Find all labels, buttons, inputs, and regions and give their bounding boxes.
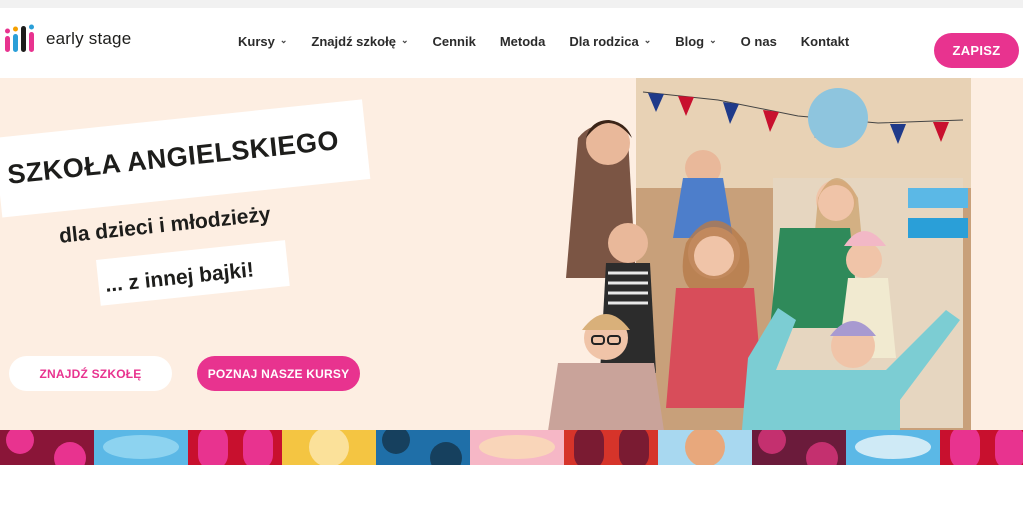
nav-item-o-nas[interactable]: O nas bbox=[741, 34, 777, 49]
pattern-tile bbox=[188, 430, 282, 465]
nav-item-label: Znajdź szkołę bbox=[311, 34, 396, 49]
nav-item-label: Metoda bbox=[499, 34, 546, 49]
browser-top-strip bbox=[0, 0, 1023, 8]
chevron-down-icon: ⌄ bbox=[279, 35, 288, 45]
main-menu: Kursy ⌄ Znajdź szkołę ⌄ Cennik Metoda Dla rodz… bbox=[238, 34, 873, 49]
nav-item-kontakt[interactable]: Kontakt bbox=[801, 34, 849, 49]
find-school-button[interactable]: ZNAJDŹ SZKOŁĘ bbox=[9, 356, 172, 391]
pattern-tile bbox=[470, 430, 564, 465]
pattern-tile bbox=[752, 430, 846, 465]
nav-item-znajdź-szkołę[interactable]: Znajdź szkołę ⌄ bbox=[311, 34, 408, 49]
pattern-tile bbox=[0, 430, 94, 465]
hero-section: SZKOŁA ANGIELSKIEGO dla dzieci i młodzie… bbox=[0, 78, 1023, 431]
chevron-down-icon: ⌄ bbox=[643, 35, 652, 45]
decorative-pattern-strip bbox=[0, 430, 1023, 465]
site-header: early stage Kursy ⌄ Znajdź szkołę ⌄ Cennik Me… bbox=[0, 8, 1023, 78]
nav-item-cennik[interactable]: Cennik bbox=[432, 34, 475, 49]
explore-courses-button[interactable]: POZNAJ NASZE KURSY bbox=[197, 356, 360, 391]
chevron-down-icon: ⌄ bbox=[400, 35, 409, 45]
hero-subtitle: dla dzieci i młodzieży bbox=[58, 202, 272, 248]
nav-item-label: Blog bbox=[675, 34, 705, 49]
nav-item-label: O nas bbox=[740, 34, 777, 49]
pattern-tile bbox=[658, 430, 752, 465]
pattern-tile bbox=[94, 430, 188, 465]
logo-mark-icon bbox=[5, 24, 34, 52]
pattern-tile bbox=[846, 430, 940, 465]
nav-item-dla-rodzica[interactable]: Dla rodzica ⌄ bbox=[569, 34, 651, 49]
nav-item-label: Dla rodzica bbox=[569, 34, 639, 49]
hero-photo bbox=[548, 78, 971, 431]
pattern-tile bbox=[564, 430, 658, 465]
pattern-tile bbox=[940, 430, 1023, 465]
nav-item-metoda[interactable]: Metoda bbox=[500, 34, 546, 49]
nav-item-blog[interactable]: Blog ⌄ bbox=[675, 34, 716, 49]
page-below-fold bbox=[0, 465, 1023, 510]
brand-name: early stage bbox=[46, 29, 132, 48]
nav-item-label: Kontakt bbox=[800, 34, 850, 49]
chevron-down-icon: ⌄ bbox=[709, 35, 717, 45]
nav-item-label: Cennik bbox=[432, 34, 476, 49]
enroll-button[interactable]: ZAPISZ bbox=[934, 33, 1019, 68]
nav-item-label: Kursy bbox=[238, 34, 275, 49]
logo[interactable]: early stage bbox=[4, 22, 131, 56]
pattern-tile bbox=[376, 430, 470, 465]
pattern-tile bbox=[282, 430, 376, 465]
nav-item-kursy[interactable]: Kursy ⌄ bbox=[238, 34, 287, 49]
